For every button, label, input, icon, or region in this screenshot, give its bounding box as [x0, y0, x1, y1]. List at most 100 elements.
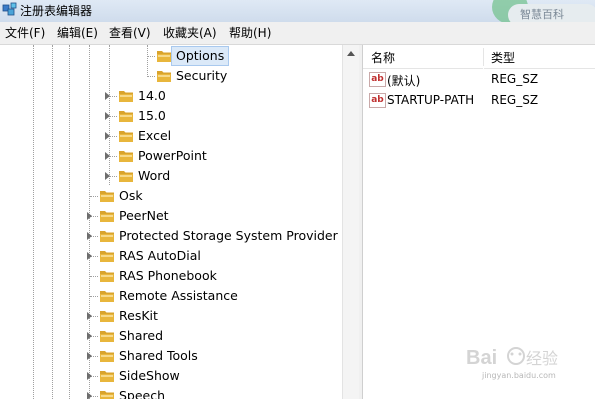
value-row[interactable]: ab STARTUP-PATH REG_SZ — [363, 91, 595, 111]
column-header-type-label: 类型 — [491, 51, 516, 65]
value-name: STARTUP-PATH — [387, 93, 475, 107]
svg-text:Bai: Bai — [466, 347, 497, 369]
menu-help[interactable]: 帮助(H) — [229, 25, 271, 41]
expand-arrow-icon[interactable] — [105, 112, 110, 120]
tree-connector — [90, 196, 98, 197]
folder-icon — [100, 371, 114, 382]
expand-arrow-icon[interactable] — [105, 152, 110, 160]
folder-icon — [100, 351, 114, 362]
registry-editor-icon — [2, 2, 17, 16]
tree-node[interactable]: RAS Phonebook — [0, 266, 342, 286]
tree-node-label: PeerNet — [119, 208, 169, 223]
expand-arrow-icon[interactable] — [105, 172, 110, 180]
folder-icon — [100, 251, 114, 262]
value-type: REG_SZ — [491, 72, 539, 86]
tree-connector — [90, 276, 98, 277]
folder-icon — [119, 91, 133, 102]
value-name: (默认) — [387, 74, 421, 88]
tree-node-label: Options — [171, 46, 230, 66]
tree-node[interactable]: Shared Tools — [0, 346, 342, 366]
expand-arrow-icon[interactable] — [87, 312, 92, 320]
tree-node[interactable]: Osk — [0, 186, 342, 206]
string-value-icon: ab — [369, 93, 386, 108]
expand-arrow-icon[interactable] — [87, 372, 92, 380]
tree-node[interactable]: PeerNet — [0, 206, 342, 226]
column-header-name[interactable]: 名称 — [363, 45, 483, 69]
expand-arrow-icon[interactable] — [87, 212, 92, 220]
folder-icon — [100, 311, 114, 322]
tree-node-label: ResKit — [119, 308, 158, 323]
tree-node[interactable]: 15.0 — [0, 106, 342, 126]
folder-icon — [119, 131, 133, 142]
tree-node-label: Osk — [119, 188, 143, 203]
scroll-up-arrow-icon[interactable] — [347, 51, 355, 56]
tree-node[interactable]: RAS AutoDial — [0, 246, 342, 266]
tree-node-label: Shared Tools — [119, 348, 198, 363]
folder-icon — [157, 51, 171, 62]
tree-node-label: Protected Storage System Provider — [119, 228, 338, 243]
tree-connector — [109, 136, 117, 137]
tree-node[interactable]: SideShow — [0, 366, 342, 386]
tree-node-label: Remote Assistance — [119, 288, 238, 303]
tree-node-label: Excel — [138, 128, 172, 143]
expand-arrow-icon[interactable] — [87, 332, 92, 340]
window-title: 注册表编辑器 — [20, 4, 93, 18]
tree-node-label: PowerPoint — [138, 148, 207, 163]
tree-node-label: 14.0 — [138, 88, 166, 103]
folder-icon — [100, 211, 114, 222]
menu-edit[interactable]: 编辑(E) — [57, 25, 98, 41]
tree-node[interactable]: Protected Storage System Provider — [0, 226, 342, 246]
column-header-name-label: 名称 — [371, 51, 396, 65]
overlay-pill-text: 智慧百科 — [520, 8, 564, 21]
tree-node[interactable]: Shared — [0, 326, 342, 346]
folder-icon — [119, 171, 133, 182]
folder-icon — [100, 331, 114, 342]
tree-node[interactable]: Excel — [0, 126, 342, 146]
tree-scrollbar[interactable] — [342, 45, 360, 399]
tree-node-label: RAS Phonebook — [119, 268, 217, 283]
expand-arrow-icon[interactable] — [87, 252, 92, 260]
tree-connector — [109, 116, 117, 117]
tree-node-label: Security — [176, 68, 228, 83]
tree-node[interactable]: ResKit — [0, 306, 342, 326]
tree-node[interactable]: Word — [0, 166, 342, 186]
expand-arrow-icon[interactable] — [87, 352, 92, 360]
tree-node-label: 15.0 — [138, 108, 166, 123]
value-type: REG_SZ — [491, 93, 539, 107]
tree-node[interactable]: Remote Assistance — [0, 286, 342, 306]
menu-file[interactable]: 文件(F) — [5, 25, 45, 41]
folder-icon — [100, 191, 114, 202]
menu-view[interactable]: 查看(V) — [109, 25, 151, 41]
tree-node-label: RAS AutoDial — [119, 248, 201, 263]
tree-node[interactable]: 14.0 — [0, 86, 342, 106]
folder-icon — [100, 291, 114, 302]
tree-node-label: SideShow — [119, 368, 180, 383]
string-value-icon: ab — [369, 72, 386, 87]
expand-arrow-icon[interactable] — [87, 232, 92, 240]
registry-tree[interactable]: Options Security 14.0 15.0 Excel PowerPoint Wo… — [0, 45, 342, 399]
expand-arrow-icon[interactable] — [87, 392, 92, 399]
title-bar: 注册表编辑器 智慧百科 — [0, 0, 595, 26]
tree-connector — [90, 296, 98, 297]
tree-node-label: Shared — [119, 328, 164, 343]
tree-node-label: Speech — [119, 388, 166, 399]
menu-favorites[interactable]: 收藏夹(A) — [163, 25, 217, 41]
expand-arrow-icon[interactable] — [105, 92, 110, 100]
folder-icon — [100, 231, 114, 242]
folder-icon — [157, 71, 171, 82]
folder-icon — [100, 391, 114, 399]
tree-connector — [147, 56, 155, 57]
tree-node[interactable]: Speech — [0, 386, 342, 399]
expand-arrow-icon[interactable] — [105, 132, 110, 140]
tree-node[interactable]: Security — [0, 66, 342, 86]
tree-node[interactable]: Options — [0, 46, 342, 66]
column-header-type[interactable]: 类型 — [484, 45, 595, 69]
tree-connector — [109, 96, 117, 97]
tree-connector — [147, 76, 155, 77]
folder-icon — [100, 271, 114, 282]
value-row[interactable]: ab (默认) REG_SZ — [363, 70, 595, 90]
svg-text:经验: 经验 — [526, 349, 558, 368]
tree-node[interactable]: PowerPoint — [0, 146, 342, 166]
watermark-url: jingyan.baidu.com — [482, 371, 556, 380]
tree-connector — [109, 156, 117, 157]
